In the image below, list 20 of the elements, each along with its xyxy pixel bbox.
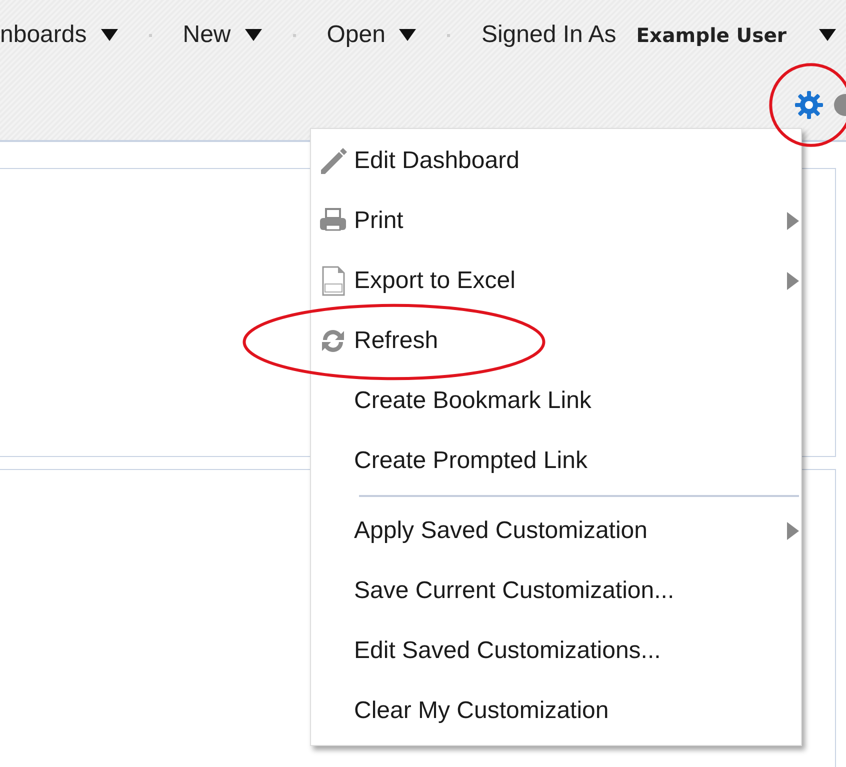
menu-item[interactable]: Print	[311, 191, 801, 251]
caret-icon	[100, 28, 118, 42]
user-menu-button[interactable]	[818, 28, 836, 42]
menu-item[interactable]: Create Bookmark Link	[311, 371, 801, 431]
menu-button[interactable]: Open	[326, 21, 416, 49]
menu-item[interactable]: Clear My Customization	[311, 681, 801, 741]
menu-item[interactable]: Save Current Customization...	[311, 561, 801, 621]
settings-button[interactable]	[794, 90, 824, 120]
menu-button[interactable]: nboards	[0, 21, 118, 49]
caret-icon	[244, 28, 262, 42]
signed-in-label: Signed In As	[481, 21, 616, 49]
user-name: Example User	[636, 24, 787, 46]
menu-item[interactable]: Edit Dashboard	[311, 131, 801, 191]
menu-item[interactable]: Apply Saved Customization	[311, 501, 801, 561]
menu-item[interactable]: Create Prompted Link	[311, 431, 801, 491]
menu-item[interactable]: Export to Excel	[311, 251, 801, 311]
menu-item[interactable]: Refresh	[311, 311, 801, 371]
menu-button[interactable]: New	[182, 21, 262, 49]
menu-item[interactable]: Edit Saved Customizations...	[311, 621, 801, 681]
caret-icon	[399, 28, 416, 42]
